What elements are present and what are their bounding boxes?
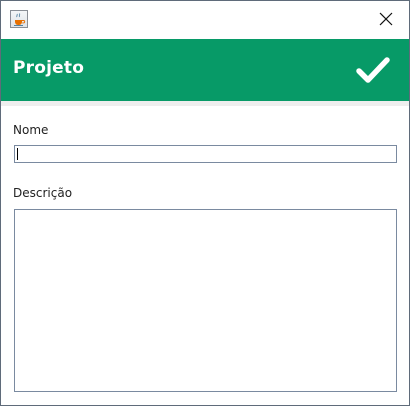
- header-divider: [1, 101, 409, 106]
- java-coffee-icon: [10, 10, 28, 28]
- name-input[interactable]: [14, 145, 397, 163]
- confirm-button[interactable]: [353, 51, 393, 89]
- text-caret: [17, 148, 18, 160]
- checkmark-icon: [356, 57, 390, 83]
- close-icon: [379, 12, 393, 26]
- close-button[interactable]: [363, 1, 409, 37]
- name-label: Nome: [13, 123, 49, 137]
- description-textarea[interactable]: [14, 209, 397, 392]
- page-title: Projeto: [13, 58, 85, 78]
- header-banner: Projeto: [1, 39, 409, 101]
- description-label: Descrição: [13, 186, 73, 200]
- title-bar: [1, 1, 409, 39]
- dialog-window: Projeto Nome Descrição: [0, 0, 410, 406]
